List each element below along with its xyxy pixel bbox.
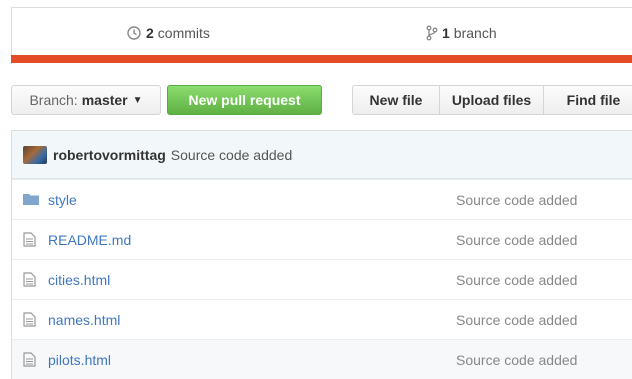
file-table: robertovormittag Source code added style…: [11, 130, 632, 379]
branch-name: master: [81, 92, 128, 108]
file-link[interactable]: README.md: [48, 232, 131, 248]
file-icon: [23, 232, 36, 247]
file-link[interactable]: pilots.html: [48, 352, 111, 368]
language-bar: [11, 55, 632, 63]
table-row: style Source code added: [12, 179, 632, 219]
file-link[interactable]: cities.html: [48, 272, 110, 288]
file-link[interactable]: style: [48, 192, 77, 208]
file-icon: [23, 272, 36, 287]
upload-files-button[interactable]: Upload files: [440, 85, 544, 115]
file-icon: [23, 352, 36, 367]
new-file-button[interactable]: New file: [352, 85, 440, 115]
branch-icon: [426, 25, 438, 41]
file-commit-message[interactable]: Source code added: [456, 352, 577, 368]
branches-link[interactable]: 1 branch: [426, 25, 497, 41]
table-row: names.html Source code added: [12, 299, 632, 339]
find-file-button[interactable]: Find file: [544, 85, 632, 115]
file-commit-message[interactable]: Source code added: [456, 192, 577, 208]
file-actions-group: New file Upload files Find file: [352, 85, 632, 115]
commits-link[interactable]: 2 commits: [126, 25, 210, 41]
folder-icon: [23, 194, 39, 205]
file-commit-message[interactable]: Source code added: [456, 312, 577, 328]
caret-down-icon: ▼: [132, 94, 143, 106]
table-row: cities.html Source code added: [12, 259, 632, 299]
branch-select-button[interactable]: Branch: master ▼: [11, 85, 161, 115]
new-pull-request-button[interactable]: New pull request: [167, 85, 322, 115]
commits-count: 2: [146, 25, 154, 41]
commit-author[interactable]: robertovormittag: [53, 147, 166, 163]
avatar[interactable]: [23, 145, 47, 164]
commit-message[interactable]: Source code added: [171, 147, 292, 163]
file-link[interactable]: names.html: [48, 312, 120, 328]
branch-label: branch: [453, 25, 497, 41]
branch-prefix: Branch:: [29, 92, 78, 108]
latest-commit-row: robertovormittag Source code added: [12, 131, 632, 179]
file-icon: [23, 312, 36, 327]
file-commit-message[interactable]: Source code added: [456, 272, 577, 288]
branch-count: 1: [442, 25, 450, 41]
commits-label: commits: [157, 25, 210, 41]
file-commit-message[interactable]: Source code added: [456, 232, 577, 248]
table-row: README.md Source code added: [12, 219, 632, 259]
history-icon: [127, 26, 141, 40]
table-row: pilots.html Source code added: [12, 339, 632, 379]
